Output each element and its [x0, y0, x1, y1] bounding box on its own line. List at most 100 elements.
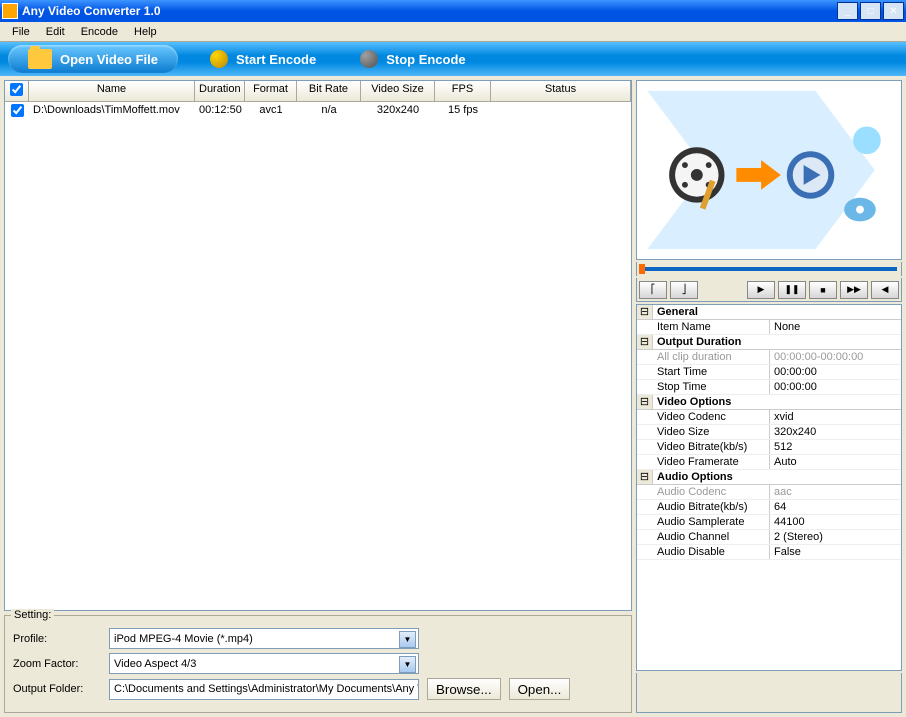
pause-button[interactable]: ❚❚ [778, 281, 806, 299]
menu-edit[interactable]: Edit [38, 24, 73, 40]
header-status[interactable]: Status [491, 81, 631, 101]
browse-button[interactable]: Browse... [427, 678, 501, 700]
output-folder-label: Output Folder: [13, 683, 101, 695]
prop-key: Audio Codenc [637, 485, 769, 499]
titlebar: Any Video Converter 1.0 _ □ ✕ [0, 0, 906, 22]
output-folder-input[interactable]: C:\Documents and Settings\Administrator\… [109, 679, 419, 700]
menu-encode[interactable]: Encode [73, 24, 126, 40]
header-duration[interactable]: Duration [195, 81, 245, 101]
start-encode-button[interactable]: Start Encode [198, 48, 328, 70]
header-videosize[interactable]: Video Size [361, 81, 435, 101]
prop-value[interactable]: xvid [769, 410, 901, 424]
prop-value[interactable]: 00:00:00 [769, 380, 901, 394]
file-list-header: Name Duration Format Bit Rate Video Size… [5, 81, 631, 102]
header-format[interactable]: Format [245, 81, 297, 101]
prop-value[interactable]: 2 (Stereo) [769, 530, 901, 544]
open-video-label: Open Video File [60, 52, 158, 67]
prop-section-title: Video Options [653, 395, 901, 409]
maximize-button[interactable]: □ [860, 2, 881, 20]
folder-icon [28, 49, 52, 69]
prop-section-title: Output Duration [653, 335, 901, 349]
prop-key: Video Framerate [637, 455, 769, 469]
stop-encode-label: Stop Encode [386, 52, 465, 67]
prop-row[interactable]: Video Codencxvid [637, 410, 901, 425]
open-video-file-button[interactable]: Open Video File [8, 45, 178, 73]
prop-row[interactable]: Video Size320x240 [637, 425, 901, 440]
preview-pane [636, 80, 902, 260]
stop-button[interactable]: ■ [809, 281, 837, 299]
expand-icon[interactable]: ⊟ [637, 470, 653, 484]
header-name[interactable]: Name [29, 81, 195, 101]
expand-icon[interactable]: ⊟ [637, 305, 653, 319]
prop-value[interactable]: 00:00:00-00:00:00 [769, 350, 901, 364]
mark-out-button[interactable]: ⎦ [670, 281, 698, 299]
prop-row[interactable]: Audio DisableFalse [637, 545, 901, 560]
prop-value[interactable]: 44100 [769, 515, 901, 529]
file-list[interactable]: Name Duration Format Bit Rate Video Size… [4, 80, 632, 611]
stop-icon [360, 50, 378, 68]
prop-row[interactable]: Video Bitrate(kb/s)512 [637, 440, 901, 455]
prop-value[interactable]: Auto [769, 455, 901, 469]
prop-section-title: General [653, 305, 901, 319]
header-fps[interactable]: FPS [435, 81, 491, 101]
prop-key: Video Bitrate(kb/s) [637, 440, 769, 454]
property-grid[interactable]: ⊟GeneralItem NameNone⊟Output DurationAll… [636, 304, 902, 671]
prop-row[interactable]: Audio Samplerate44100 [637, 515, 901, 530]
zoom-select[interactable]: Video Aspect 4/3 [109, 653, 419, 674]
cell-bitrate: n/a [297, 102, 361, 122]
preview-graphic [637, 81, 901, 259]
prop-row[interactable]: Audio Codencaac [637, 485, 901, 500]
setting-legend: Setting: [11, 609, 54, 621]
cell-videosize: 320x240 [361, 102, 435, 122]
prop-value[interactable]: 00:00:00 [769, 365, 901, 379]
cell-name: D:\Downloads\TimMoffett.mov [29, 102, 195, 122]
cell-duration: 00:12:50 [195, 102, 245, 122]
expand-icon[interactable]: ⊟ [637, 395, 653, 409]
profile-label: Profile: [13, 633, 101, 645]
menu-file[interactable]: File [4, 24, 38, 40]
toolbar: Open Video File Start Encode Stop Encode [0, 42, 906, 76]
playback-controls: ⎡ ⎦ ▶ ❚❚ ■ ▶▶ ◀ [636, 278, 902, 302]
prop-row[interactable]: Audio Channel2 (Stereo) [637, 530, 901, 545]
prop-row[interactable]: All clip duration00:00:00-00:00:00 [637, 350, 901, 365]
prop-section-title: Audio Options [653, 470, 901, 484]
window-title: Any Video Converter 1.0 [22, 4, 837, 18]
close-button[interactable]: ✕ [883, 2, 904, 20]
prop-value[interactable]: 320x240 [769, 425, 901, 439]
prop-value[interactable]: 64 [769, 500, 901, 514]
prop-key: Start Time [637, 365, 769, 379]
prop-value[interactable]: None [769, 320, 901, 334]
cell-fps: 15 fps [435, 102, 491, 122]
prop-row[interactable]: Stop Time00:00:00 [637, 380, 901, 395]
stop-encode-button[interactable]: Stop Encode [348, 48, 477, 70]
open-folder-button[interactable]: Open... [509, 678, 571, 700]
prop-row[interactable]: Video FramerateAuto [637, 455, 901, 470]
table-row[interactable]: D:\Downloads\TimMoffett.mov00:12:50avc1n… [5, 102, 631, 122]
prop-key: Stop Time [637, 380, 769, 394]
prop-key: Item Name [637, 320, 769, 334]
prev-button[interactable]: ◀ [871, 281, 899, 299]
preview-slider[interactable] [636, 262, 902, 276]
profile-select[interactable]: iPod MPEG-4 Movie (*.mp4) [109, 628, 419, 649]
minimize-button[interactable]: _ [837, 2, 858, 20]
prop-value[interactable]: False [769, 545, 901, 559]
prop-value[interactable]: aac [769, 485, 901, 499]
prop-row[interactable]: Audio Bitrate(kb/s)64 [637, 500, 901, 515]
play-button[interactable]: ▶ [747, 281, 775, 299]
wand-icon [210, 50, 228, 68]
select-all-checkbox[interactable] [10, 83, 23, 96]
menu-help[interactable]: Help [126, 24, 165, 40]
app-icon [2, 3, 18, 19]
prop-row[interactable]: Item NameNone [637, 320, 901, 335]
prop-key: All clip duration [637, 350, 769, 364]
prop-row[interactable]: Start Time00:00:00 [637, 365, 901, 380]
start-encode-label: Start Encode [236, 52, 316, 67]
prop-key: Audio Disable [637, 545, 769, 559]
expand-icon[interactable]: ⊟ [637, 335, 653, 349]
header-bitrate[interactable]: Bit Rate [297, 81, 361, 101]
mark-in-button[interactable]: ⎡ [639, 281, 667, 299]
menubar: File Edit Encode Help [0, 22, 906, 42]
prop-value[interactable]: 512 [769, 440, 901, 454]
row-checkbox[interactable] [11, 104, 24, 117]
fast-forward-button[interactable]: ▶▶ [840, 281, 868, 299]
